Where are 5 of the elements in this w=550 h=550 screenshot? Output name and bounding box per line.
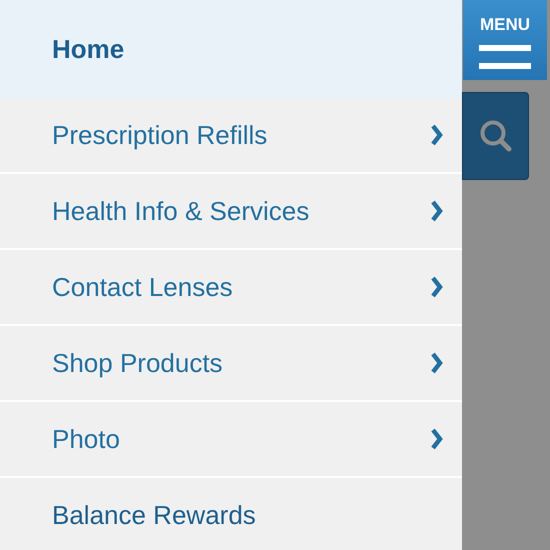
menu-button[interactable]: MENU [463, 0, 547, 80]
search-icon [478, 118, 514, 154]
menu-item[interactable]: Home [0, 0, 462, 98]
hamburger-icon [479, 44, 531, 70]
search-button[interactable] [462, 92, 529, 180]
